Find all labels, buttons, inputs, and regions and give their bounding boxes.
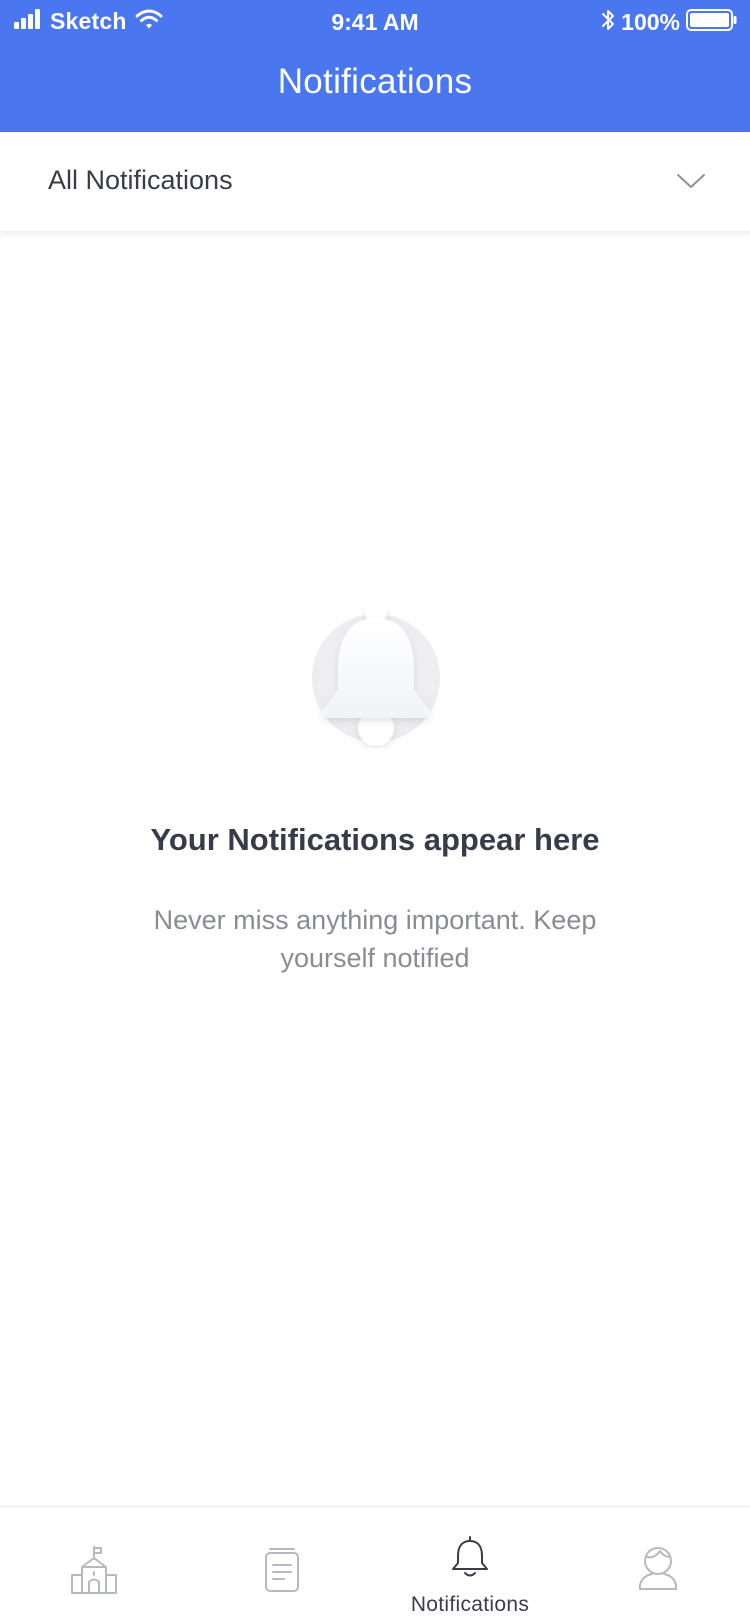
notification-filter-dropdown[interactable]: All Notifications	[0, 132, 750, 232]
bell-icon	[376, 1535, 564, 1579]
battery-percentage: 100%	[621, 9, 680, 35]
status-right: 100%	[601, 8, 738, 37]
empty-state-title: Your Notifications appear here	[150, 822, 600, 857]
chevron-down-icon[interactable]	[676, 172, 706, 195]
empty-state-subtitle: Never miss anything important. Keep your…	[153, 905, 597, 973]
profile-icon	[564, 1545, 750, 1591]
tab-profile[interactable]	[564, 1507, 750, 1624]
notifications-screen: Sketch 9:41 AM 100% Notifications All No…	[0, 0, 750, 1624]
document-icon	[188, 1547, 376, 1593]
tab-notifications-label: Notifications	[410, 1593, 530, 1616]
school-icon	[0, 1545, 188, 1595]
filter-selected-value: All Notifications	[48, 165, 233, 195]
app-header: Sketch 9:41 AM 100% Notifications	[0, 0, 750, 132]
tab-notifications[interactable]: Notifications	[376, 1507, 564, 1624]
bottom-tab-bar: Notifications	[0, 1506, 750, 1624]
tab-home[interactable]	[0, 1507, 188, 1624]
battery-icon	[686, 8, 738, 37]
status-bar: Sketch 9:41 AM 100%	[0, 0, 750, 44]
bluetooth-icon	[601, 8, 615, 37]
empty-bell-illustration-icon	[310, 598, 442, 748]
tab-documents[interactable]	[188, 1507, 376, 1624]
page-title: Notifications	[277, 62, 473, 101]
